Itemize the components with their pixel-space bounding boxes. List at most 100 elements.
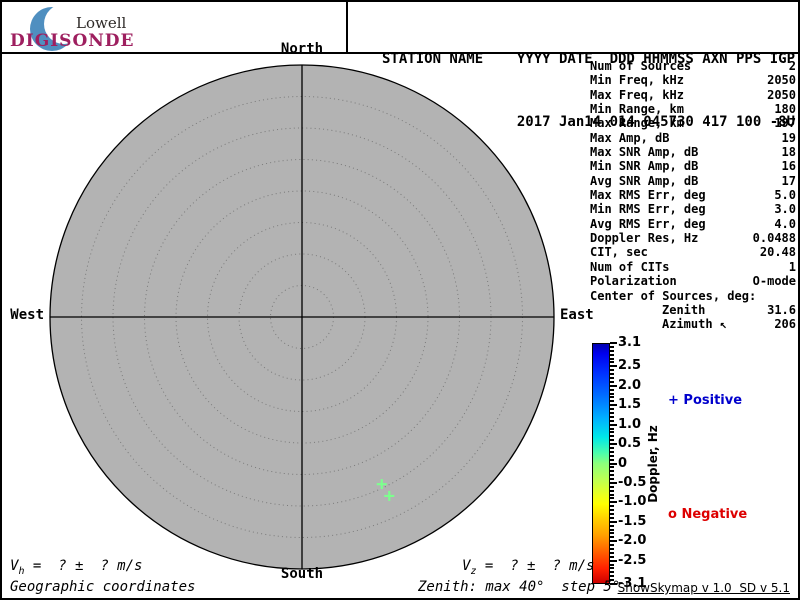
colorbar-minor-tick: [610, 516, 614, 519]
info-row-label: Zenith: [662, 302, 706, 317]
colorbar-major-tick: [610, 423, 617, 426]
colorbar-major-tick: [610, 365, 617, 368]
colorbar-minor-tick: [610, 524, 614, 527]
colorbar-minor-tick: [610, 571, 614, 574]
colorbar-minor-tick: [610, 446, 614, 449]
header-divider: [2, 52, 798, 54]
compass-label-south: South: [280, 566, 324, 582]
colorbar-minor-tick: [610, 361, 614, 364]
info-row: Doppler Res, Hz 0.0488: [590, 231, 796, 245]
info-row-value: 5.0: [774, 188, 796, 203]
info-row-value: 18: [781, 145, 796, 160]
info-row: Polarization O-mode: [590, 274, 796, 288]
colorbar-minor-tick: [610, 555, 614, 558]
info-row-label: Num of Sources: [590, 59, 692, 73]
info-row-label: Center of Sources, deg:: [590, 288, 757, 303]
info-row-label: Avg SNR Amp, dB: [590, 173, 699, 188]
velocity-vertical-readout: Vz = ? ± ? m/s: [462, 558, 594, 577]
info-row-label: Polarization: [590, 274, 677, 289]
info-row-label: Azimuth ↖: [662, 317, 728, 332]
colorbar-tick-label: -1.5: [618, 513, 647, 529]
colorbar-minor-tick: [610, 505, 614, 508]
colorbar-major-tick: [610, 404, 617, 407]
colorbar-minor-tick: [610, 396, 614, 399]
colorbar-minor-tick: [610, 513, 614, 516]
info-row-value: 1: [788, 259, 796, 274]
info-row-value: 16: [781, 159, 796, 174]
info-row-label: Avg RMS Err, deg: [590, 216, 706, 231]
info-row-value: 17: [781, 173, 796, 188]
colorbar-minor-tick: [610, 509, 614, 512]
colorbar-minor-tick: [610, 489, 614, 492]
colorbar-minor-tick: [610, 408, 614, 411]
colorbar-minor-tick: [610, 493, 614, 496]
velocity-horizontal-readout: Vh = ? ± ? m/s: [10, 558, 142, 577]
info-row-value: 197: [774, 116, 796, 131]
colorbar-minor-tick: [610, 419, 614, 422]
colorbar-minor-tick: [610, 548, 614, 551]
doppler-colorbar-gradient: [592, 343, 610, 584]
colorbar-minor-tick: [610, 567, 614, 570]
colorbar-minor-tick: [610, 427, 614, 430]
info-row: Avg RMS Err, deg 4.0: [590, 217, 796, 231]
colorbar-minor-tick: [610, 458, 614, 461]
colorbar-minor-tick: [610, 544, 614, 547]
info-row-value: 31.6: [767, 302, 796, 317]
zenith-range-note: Zenith: max 40° step 5°: [418, 579, 621, 595]
colorbar-minor-tick: [610, 466, 614, 469]
legend-negative: o Negative: [668, 507, 748, 522]
vz-value: = ? ± ? m/s: [476, 558, 595, 574]
info-row-value: 2050: [767, 87, 796, 102]
colorbar-minor-tick: [610, 563, 614, 566]
colorbar-minor-tick: [610, 357, 614, 360]
info-row-value: 0.0488: [752, 231, 796, 246]
colorbar-minor-tick: [610, 369, 614, 372]
colorbar-minor-tick: [610, 528, 614, 531]
colorbar-minor-tick: [610, 485, 614, 488]
info-row: Num of CITs 1: [590, 260, 796, 274]
colorbar-minor-tick: [610, 470, 614, 473]
info-row: Max SNR Amp, dB 18: [590, 145, 796, 159]
info-row: Zenith 31.6: [590, 303, 796, 317]
logo-lowell-text: Lowell: [76, 14, 127, 32]
info-row-label: Min SNR Amp, dB: [590, 159, 699, 174]
info-row-value: 4.0: [774, 216, 796, 231]
info-row-value: 206: [774, 317, 796, 332]
colorbar-minor-tick: [610, 435, 614, 438]
info-row-label: Doppler Res, Hz: [590, 231, 699, 246]
info-row-value: O-mode: [752, 274, 796, 289]
info-row: Max Range, km 197: [590, 116, 796, 130]
colorbar-minor-tick: [610, 345, 614, 348]
showskymap-window: Lowell DIGISONDE STATION NAME YYYY DATE …: [0, 0, 800, 600]
colorbar-minor-tick: [610, 450, 614, 453]
info-row: Min Range, km 180: [590, 102, 796, 116]
info-row: Min Freq, kHz 2050: [590, 73, 796, 87]
colorbar-minor-tick: [610, 532, 614, 535]
colorbar-tick-label: -2.0: [618, 533, 647, 549]
colorbar-tick-label: 2.0: [618, 377, 642, 393]
colorbar-tick-label: -1.0: [618, 494, 647, 510]
legend-positive: + Positive: [668, 393, 743, 408]
logo-divider: [346, 2, 348, 52]
colorbar-major-tick: [610, 384, 617, 387]
info-row-label: Min RMS Err, deg: [590, 202, 706, 217]
info-row-label: Num of CITs: [590, 259, 670, 274]
colorbar-major-tick: [610, 481, 617, 484]
info-row: Num of Sources 2: [590, 59, 796, 73]
colorbar-tick-label: -0.5: [618, 474, 647, 490]
colorbar-minor-tick: [610, 478, 614, 481]
info-row-label: Min Range, km: [590, 102, 684, 117]
colorbar-major-tick: [610, 559, 617, 562]
info-row-value: 20.48: [759, 245, 796, 260]
info-row: Max RMS Err, deg 5.0: [590, 188, 796, 202]
info-row: Avg SNR Amp, dB 17: [590, 174, 796, 188]
colorbar-major-tick: [610, 501, 617, 504]
colorbar-minor-tick: [610, 349, 614, 352]
colorbar-major-tick: [610, 443, 617, 446]
colorbar-major-tick: [610, 462, 617, 465]
info-row-label: Max Amp, dB: [590, 130, 670, 145]
info-row: Max Freq, kHz 2050: [590, 88, 796, 102]
colorbar-minor-tick: [610, 474, 614, 477]
info-row-label: Max Freq, kHz: [590, 87, 684, 102]
colorbar-minor-tick: [610, 454, 614, 457]
